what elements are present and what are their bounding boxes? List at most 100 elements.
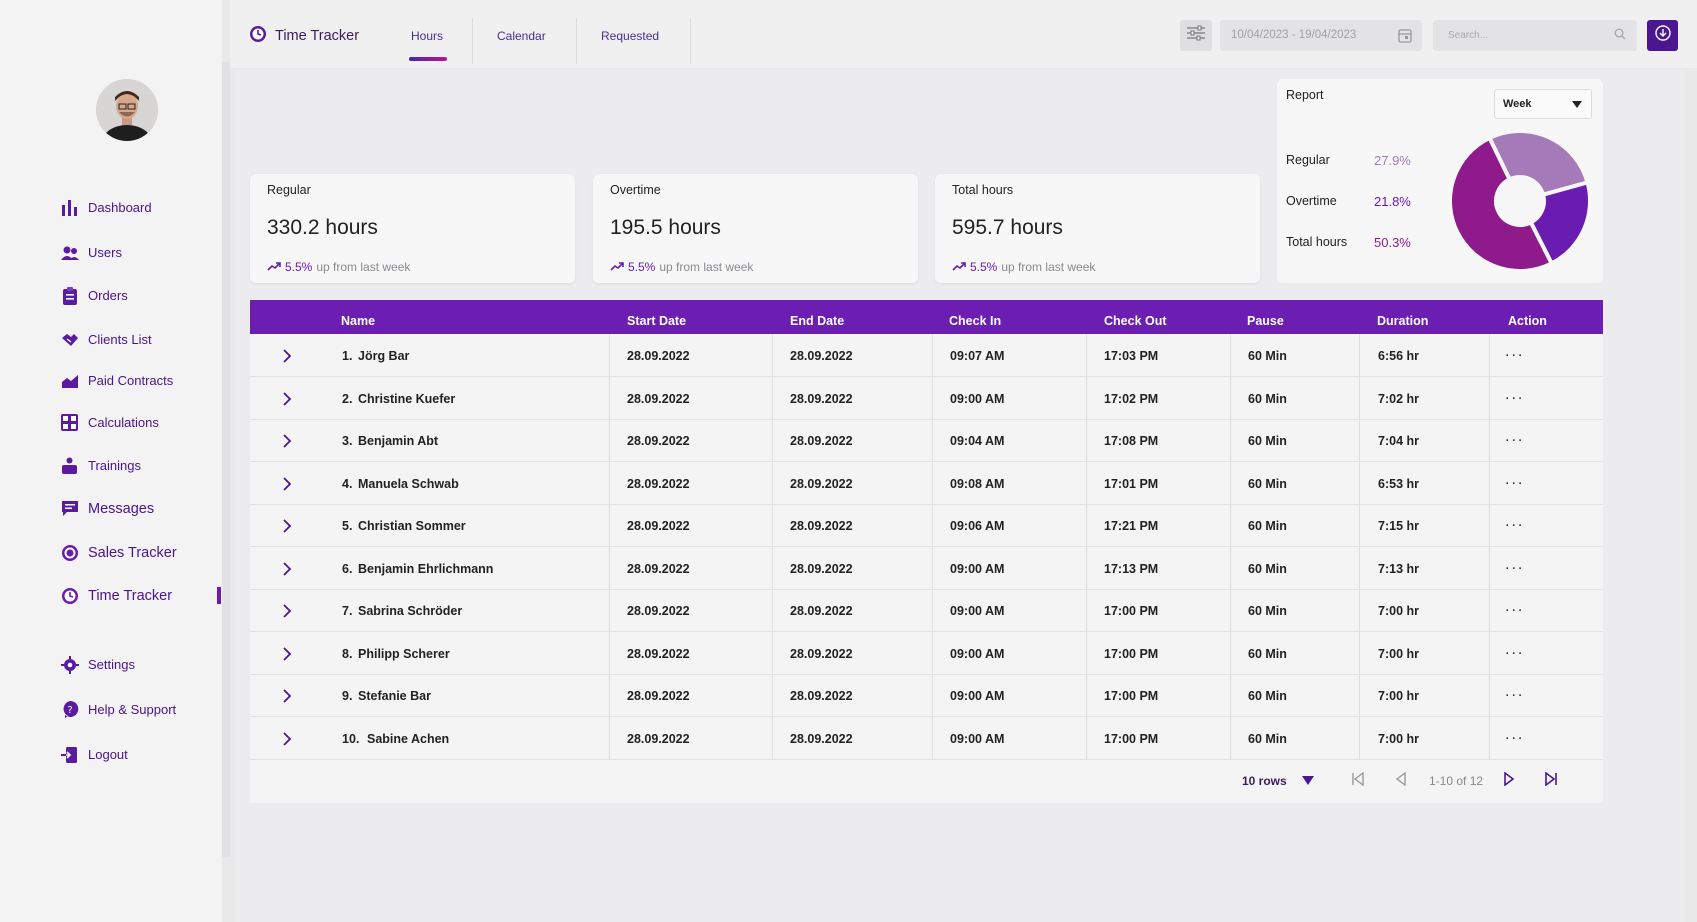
date-range-field[interactable]: 10/04/2023 - 19/04/2023 [1220,20,1422,51]
sidebar-item-time-tracker[interactable]: Time Tracker [60,586,172,605]
sidebar-item-label: Calculations [88,415,159,430]
rows-per-page-select[interactable]: 10 rows [1242,774,1315,789]
sidebar-item-label: Settings [88,657,135,672]
sidebar-item-sales-tracker[interactable]: Sales Tracker [60,543,177,562]
column-header-name[interactable]: Name [341,314,375,328]
card-trend: 5.5% up from last week [952,260,1095,274]
row-action-menu[interactable]: ... [1505,556,1524,574]
chevron-right-icon[interactable] [280,561,294,576]
card-trend: 5.5% up from last week [610,260,753,274]
chevron-right-icon[interactable] [280,349,294,363]
legend-label-overtime: Overtime [1286,194,1337,208]
cell-duration: 7:13 hr [1378,561,1419,576]
cell-duration: 6:56 hr [1378,349,1419,363]
cell-in: 09:00 AM [950,646,1005,661]
cell-pause: 60 Min [1248,391,1287,406]
prev-page-button[interactable] [1395,771,1407,789]
tab-divider [690,18,691,64]
sidebar-item-messages[interactable]: Messages [60,499,154,518]
row-action-menu[interactable]: ... [1505,726,1524,744]
column-header-action[interactable]: Action [1508,314,1547,328]
last-page-button[interactable] [1544,771,1558,789]
cell-end: 28.09.2022 [790,604,853,618]
chevron-right-icon[interactable] [280,391,294,406]
next-page-button[interactable] [1503,771,1515,789]
column-header-check-out[interactable]: Check Out [1104,314,1167,328]
tab-hours[interactable]: Hours [411,29,443,43]
sidebar-item-help-support[interactable]: ? Help & Support [60,700,176,719]
sidebar-item-label: Trainings [88,458,141,473]
cell-start: 28.09.2022 [627,476,690,491]
column-header-check-in[interactable]: Check In [949,314,1001,328]
date-range-value: 10/04/2023 - 19/04/2023 [1231,29,1357,41]
cell-out: 17:03 PM [1104,349,1159,363]
row-action-menu[interactable]: ... [1505,471,1524,489]
first-page-button[interactable] [1351,771,1365,789]
total-hours-card: Total hours 595.7 hours 5.5% up from las… [935,174,1260,283]
chevron-right-icon[interactable] [280,519,294,533]
chevron-right-icon[interactable] [280,604,294,618]
row-action-menu[interactable]: ... [1505,598,1524,616]
row-action-menu[interactable]: ... [1505,386,1524,404]
column-header-start-date[interactable]: Start Date [627,314,686,328]
sidebar-item-orders[interactable]: Orders [60,286,128,305]
row-action-menu[interactable]: ... [1505,683,1524,701]
rows-per-page-value: 10 rows [1242,774,1287,788]
chevron-right-icon[interactable] [280,434,294,448]
sidebar-item-trainings[interactable]: Trainings [60,456,141,475]
cell-out: 17:08 PM [1104,434,1159,448]
legend-value-total: 50.3% [1374,235,1411,250]
cell-in: 09:00 AM [950,604,1005,618]
column-header-pause[interactable]: Pause [1247,314,1284,328]
calendar-icon[interactable] [1398,28,1412,46]
cell-duration: 7:00 hr [1378,731,1419,746]
row-action-menu[interactable]: ... [1505,513,1524,531]
period-select[interactable]: Week [1494,89,1592,119]
sidebar-item-calculations[interactable]: Calculations [60,413,159,432]
logout-icon [60,745,79,764]
trend-percent: 5.5% [628,260,656,274]
search-input[interactable]: Search... [1433,20,1637,51]
cell-duration: 7:15 hr [1378,519,1419,533]
report-donut-chart [1449,130,1591,272]
users-icon [60,243,79,262]
sidebar-item-settings[interactable]: Settings [60,655,135,674]
cell-pause: 60 Min [1248,519,1287,533]
column-header-end-date[interactable]: End Date [790,314,844,328]
chevron-right-icon[interactable] [280,689,294,703]
search-icon[interactable] [1614,28,1626,43]
row-action-menu[interactable]: ... [1505,343,1524,361]
row-action-menu[interactable]: ... [1505,428,1524,446]
sidebar-item-logout[interactable]: Logout [60,745,128,764]
row-action-menu[interactable]: ... [1505,641,1524,659]
download-button[interactable] [1647,20,1678,51]
sidebar-item-clients-list[interactable]: Clients List [60,330,152,349]
column-header-duration[interactable]: Duration [1377,314,1428,328]
chevron-right-icon[interactable] [280,476,294,491]
sidebar-item-label: Time Tracker [88,587,173,604]
tab-calendar[interactable]: Calendar [497,29,546,43]
cell-out: 17:01 PM [1104,476,1159,491]
sidebar-item-dashboard[interactable]: Dashboard [60,198,152,217]
row-number: 4. [342,476,353,491]
tab-divider [576,18,577,64]
card-label: Total hours [952,183,1014,197]
sidebar-scrollbar[interactable] [222,62,230,857]
cell-pause: 60 Min [1248,604,1287,618]
report-title: Report [1286,88,1324,102]
chevron-right-icon[interactable] [280,731,294,746]
cell-pause: 60 Min [1248,646,1287,661]
chevron-right-icon[interactable] [280,646,294,661]
row-number: 6. [342,561,353,576]
tab-requested[interactable]: Requested [601,29,659,43]
sidebar-item-paid-contracts[interactable]: Paid Contracts [60,371,173,390]
avatar[interactable] [96,79,158,141]
filter-button[interactable] [1180,20,1212,51]
sidebar-item-users[interactable]: Users [60,243,122,262]
legend-label-regular: Regular [1286,153,1330,167]
sidebar-item-label: Messages [88,500,155,517]
cell-out: 17:00 PM [1104,646,1159,661]
app-brand[interactable]: Time Tracker [249,25,359,47]
sidebar-item-label: Help & Support [88,702,177,717]
cell-in: 09:00 AM [950,391,1005,406]
